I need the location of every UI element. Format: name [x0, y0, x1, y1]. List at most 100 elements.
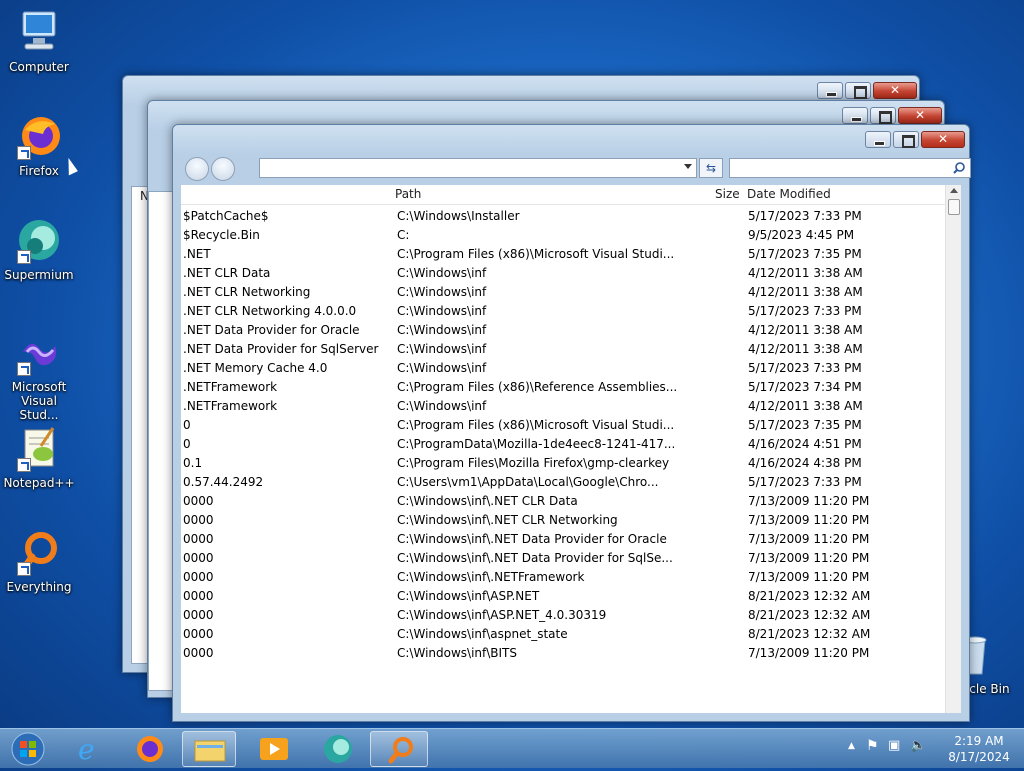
file-row[interactable]: 0000 C:\Windows\inf\.NET Data Provider fo…	[181, 530, 945, 549]
maximize-button[interactable]	[845, 82, 871, 99]
notepadpp-icon	[15, 424, 63, 472]
minimize-button[interactable]	[842, 107, 868, 124]
clock[interactable]: 2:19 AM 8/17/2024	[944, 733, 1014, 765]
clock-time: 2:19 AM	[954, 734, 1004, 748]
taskbar-file-explorer[interactable]	[182, 731, 236, 767]
column-header-size[interactable]: Size	[715, 185, 740, 203]
file-row[interactable]: 0 C:\ProgramData\Mozilla-1de4eec8-1241-41…	[181, 435, 945, 454]
show-hidden-icons-icon[interactable]: ▲	[848, 741, 855, 751]
minimize-button[interactable]	[865, 131, 891, 148]
file-list[interactable]: Path Size Date Modified $PatchCache$ C:\W…	[181, 185, 961, 713]
window-controls	[817, 82, 917, 99]
file-path: C:\Windows\inf	[397, 342, 487, 356]
internet-explorer-icon: e	[78, 733, 95, 766]
file-row[interactable]: 0000 C:\Windows\inf\BITS 7/13/2009 11:20 P…	[181, 644, 945, 663]
shortcut-arrow-icon	[17, 562, 31, 576]
desktop-icon-everything[interactable]: Everything	[0, 528, 78, 594]
file-row[interactable]: .NETFramework C:\Program Files (x86)\Refe…	[181, 378, 945, 397]
file-row[interactable]: .NET CLR Networking 4.0.0.0 C:\Windows\in…	[181, 302, 945, 321]
forward-button[interactable]	[211, 157, 235, 181]
file-row[interactable]: 0000 C:\Windows\inf\.NET CLR Networking 7/…	[181, 511, 945, 530]
file-name: 0.57.44.2492	[183, 475, 264, 489]
desktop-icon-label: Microsoft Visual Stud...	[11, 380, 67, 422]
everything-icon	[15, 528, 63, 576]
folder-icon	[194, 740, 226, 762]
explorer-window-front[interactable]: ⇆ Path Size Date Modified $PatchCache$ C:…	[172, 124, 971, 722]
taskbar-everything[interactable]	[370, 731, 428, 767]
taskbar-media-player[interactable]	[246, 731, 304, 767]
file-date-modified: 5/17/2023 7:33 PM	[748, 209, 862, 223]
column-header-path[interactable]: Path	[395, 185, 421, 203]
vertical-scrollbar[interactable]	[945, 185, 961, 713]
file-row[interactable]: 0000 C:\Windows\inf\.NET Data Provider fo…	[181, 549, 945, 568]
network-icon[interactable]: ▣	[888, 738, 900, 753]
close-button[interactable]	[873, 82, 917, 99]
file-row[interactable]: .NET CLR Networking C:\Windows\inf 4/12/20…	[181, 283, 945, 302]
file-row[interactable]: .NET Data Provider for Oracle C:\Windows\…	[181, 321, 945, 340]
back-button[interactable]	[185, 157, 209, 181]
file-date-modified: 5/17/2023 7:33 PM	[748, 304, 862, 318]
file-name: .NET	[183, 247, 211, 261]
close-button[interactable]	[921, 131, 965, 148]
file-row[interactable]: 0000 C:\Windows\inf\ASP.NET_4.0.30319 8/21…	[181, 606, 945, 625]
close-button[interactable]	[898, 107, 942, 124]
volume-muted-icon[interactable]: 🔈	[910, 738, 926, 753]
desktop-icon-label: Supermium	[4, 268, 74, 282]
file-name: .NET Data Provider for Oracle	[183, 323, 360, 337]
file-row[interactable]: .NET C:\Program Files (x86)\Microsoft Vis…	[181, 245, 945, 264]
file-row[interactable]: .NET Data Provider for SqlServer C:\Windo…	[181, 340, 945, 359]
desktop-icon-notepadpp[interactable]: Notepad++	[0, 424, 78, 490]
taskbar-internet-explorer[interactable]: e	[60, 731, 118, 767]
supermium-icon	[324, 735, 352, 763]
file-row[interactable]: $PatchCache$ C:\Windows\Installer 5/17/202…	[181, 207, 945, 226]
file-row[interactable]: 0000 C:\Windows\inf\ASP.NET 8/21/2023 12:3…	[181, 587, 945, 606]
file-date-modified: 7/13/2009 11:20 PM	[748, 551, 870, 565]
desktop-icon-computer[interactable]: Computer	[0, 8, 78, 74]
shortcut-arrow-icon	[17, 146, 31, 160]
file-row[interactable]: .NET CLR Data C:\Windows\inf 4/12/2011 3:3…	[181, 264, 945, 283]
taskbar-supermium[interactable]	[308, 731, 366, 767]
minimize-button[interactable]	[817, 82, 843, 99]
file-row[interactable]: $Recycle.Bin C: 9/5/2023 4:45 PM	[181, 226, 945, 245]
svg-text:e: e	[78, 733, 95, 766]
desktop-icon-visual-studio[interactable]: Microsoft Visual Stud...	[0, 328, 78, 422]
file-name: .NET Memory Cache 4.0	[183, 361, 328, 375]
search-input[interactable]	[729, 158, 971, 178]
file-date-modified: 4/12/2011 3:38 AM	[748, 342, 863, 356]
address-bar[interactable]	[259, 158, 697, 178]
file-name: .NET CLR Data	[183, 266, 271, 280]
start-button[interactable]	[2, 731, 54, 767]
file-name: 0000	[183, 532, 214, 546]
file-path: C:\Program Files (x86)\Reference Assembl…	[397, 380, 678, 394]
refresh-button[interactable]: ⇆	[699, 158, 723, 178]
file-name: 0000	[183, 513, 214, 527]
file-name: 0000	[183, 589, 214, 603]
file-row[interactable]: 0.57.44.2492 C:\Users\vm1\AppData\Local\G…	[181, 473, 945, 492]
file-path: C:\Windows\inf	[397, 285, 487, 299]
scroll-up-icon[interactable]	[950, 188, 958, 193]
file-row[interactable]: 0.1 C:\Program Files\Mozilla Firefox\gmp-…	[181, 454, 945, 473]
desktop-icon-label: Computer	[9, 60, 69, 74]
scroll-thumb[interactable]	[948, 199, 960, 215]
taskbar-firefox[interactable]	[120, 731, 178, 767]
flag-icon[interactable]: ⚑	[866, 738, 879, 754]
file-name: 0000	[183, 551, 214, 565]
file-name: 0000	[183, 646, 214, 660]
file-date-modified: 4/12/2011 3:38 AM	[748, 399, 863, 413]
file-row[interactable]: 0000 C:\Windows\inf\aspnet_state 8/21/2023…	[181, 625, 945, 644]
visual-studio-icon	[15, 328, 63, 376]
maximize-button[interactable]	[893, 131, 919, 148]
file-row[interactable]: 0 C:\Program Files (x86)\Microsoft Visual…	[181, 416, 945, 435]
file-name: .NET Data Provider for SqlServer	[183, 342, 379, 356]
file-row[interactable]: 0000 C:\Windows\inf\.NETFramework 7/13/200…	[181, 568, 945, 587]
maximize-button[interactable]	[870, 107, 896, 124]
chevron-down-icon[interactable]	[684, 164, 692, 169]
window-controls	[865, 131, 965, 148]
file-row[interactable]: .NETFramework C:\Windows\inf 4/12/2011 3:3…	[181, 397, 945, 416]
file-row[interactable]: .NET Memory Cache 4.0 C:\Windows\inf 5/17/…	[181, 359, 945, 378]
file-path: C:\Windows\inf	[397, 304, 487, 318]
desktop-icon-supermium[interactable]: Supermium	[0, 216, 78, 282]
column-header-date-modified[interactable]: Date Modified	[747, 185, 831, 203]
file-path: C:\Windows\inf\ASP.NET_4.0.30319	[397, 608, 607, 622]
file-row[interactable]: 0000 C:\Windows\inf\.NET CLR Data 7/13/200…	[181, 492, 945, 511]
